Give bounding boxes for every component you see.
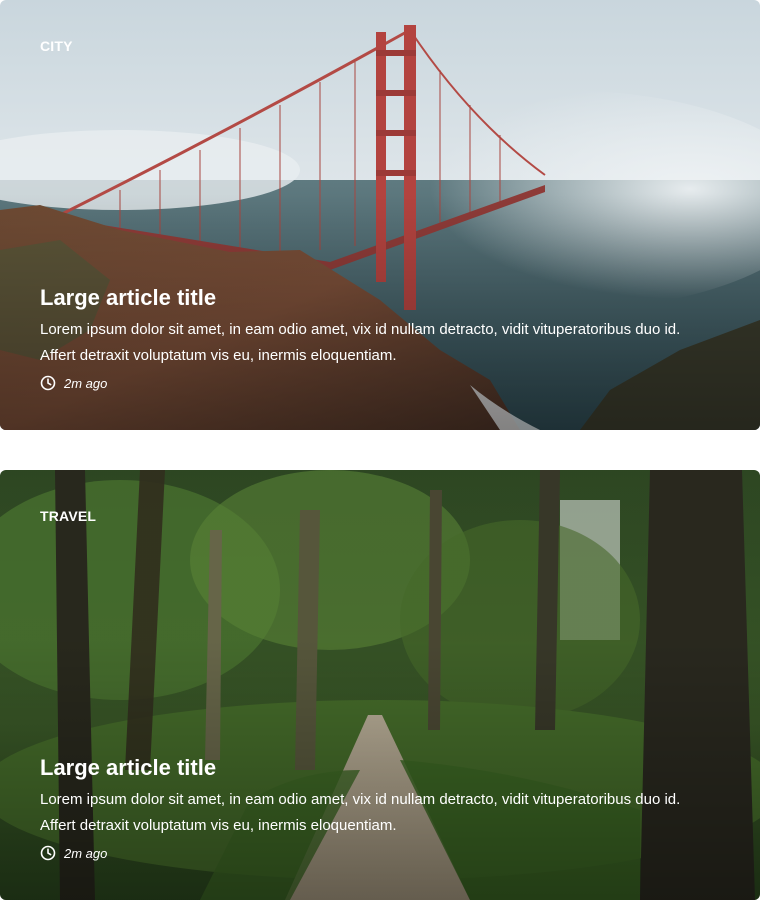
article-content: Large article title Lorem ipsum dolor si… (40, 753, 712, 861)
article-title[interactable]: Large article title (40, 283, 712, 313)
article-category[interactable]: TRAVEL (40, 508, 96, 524)
article-time: 2m ago (64, 845, 108, 861)
article-card-city[interactable]: CITY Large article title Lorem ipsum dol… (0, 0, 760, 430)
article-excerpt: Lorem ipsum dolor sit amet, in eam odio … (40, 791, 681, 834)
article-title[interactable]: Large article title (40, 753, 712, 783)
article-excerpt: Lorem ipsum dolor sit amet, in eam odio … (40, 321, 681, 364)
article-content: Large article title Lorem ipsum dolor si… (40, 283, 712, 391)
clock-icon (40, 375, 56, 391)
article-card-travel[interactable]: TRAVEL Large article title Lorem ipsum d… (0, 470, 760, 900)
article-category[interactable]: CITY (40, 38, 73, 54)
article-time: 2m ago (64, 375, 108, 391)
article-meta: 2m ago (40, 845, 712, 861)
clock-icon (40, 845, 56, 861)
article-meta: 2m ago (40, 375, 712, 391)
